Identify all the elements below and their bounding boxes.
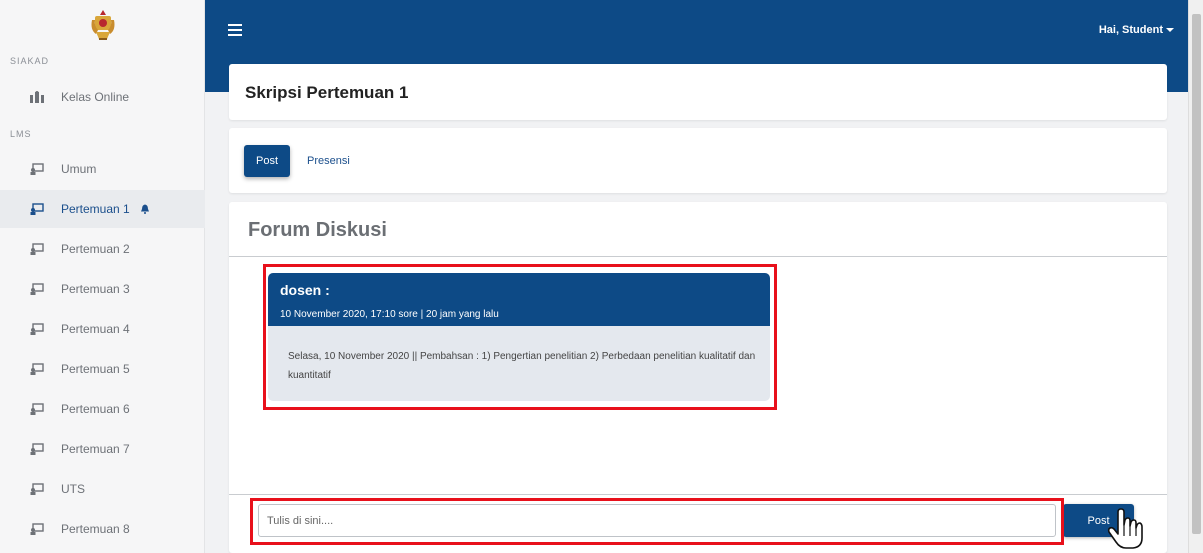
sidebar-item-label: Umum — [61, 162, 97, 176]
caret-down-icon — [1166, 28, 1174, 33]
sidebar-item-label: Pertemuan 3 — [61, 282, 130, 296]
sidebar: SIAKAD Kelas Online LMS Umum Pertemuan 1 P… — [0, 0, 205, 553]
chalkboard-icon — [30, 163, 44, 175]
sidebar-item-pertemuan-3[interactable]: Pertemuan 3 — [0, 270, 205, 308]
chalkboard-icon — [30, 523, 44, 535]
sidebar-item-kelas-online[interactable]: Kelas Online — [0, 78, 205, 116]
sidebar-item-label: Pertemuan 6 — [61, 402, 130, 416]
chalkboard-icon — [30, 283, 44, 295]
chalkboard-icon — [30, 243, 44, 255]
sidebar-item-pertemuan-4[interactable]: Pertemuan 4 — [0, 310, 205, 348]
chalkboard-icon — [30, 323, 44, 335]
classroom-icon — [30, 91, 44, 103]
user-greeting: Hai, Student — [1098, 24, 1163, 36]
page-title: Skripsi Pertemuan 1 — [245, 83, 409, 102]
user-menu-dropdown[interactable]: Hai, Student — [1099, 24, 1174, 36]
sidebar-item-label: Pertemuan 4 — [61, 322, 130, 336]
tab-post[interactable]: Post — [244, 145, 290, 177]
page-title-card: Skripsi Pertemuan 1 — [229, 64, 1167, 120]
sidebar-item-pertemuan-1[interactable]: Pertemuan 1 — [0, 190, 205, 228]
tabs-card: Post Presensi — [229, 128, 1167, 193]
sidebar-item-uts[interactable]: UTS — [0, 470, 205, 508]
message-highlight-box — [263, 264, 777, 410]
tab-presensi[interactable]: Presensi — [307, 155, 350, 167]
chalkboard-icon — [30, 483, 44, 495]
chalkboard-icon — [30, 403, 44, 415]
chalkboard-icon — [30, 363, 44, 375]
sidebar-item-pertemuan-2[interactable]: Pertemuan 2 — [0, 230, 205, 268]
sidebar-item-label: Pertemuan 5 — [61, 362, 130, 376]
divider — [229, 256, 1167, 257]
scrollbar-thumb[interactable] — [1192, 14, 1201, 534]
sidebar-item-umum[interactable]: Umum — [0, 150, 205, 188]
hand-cursor-icon — [1107, 508, 1143, 549]
sidebar-item-pertemuan-5[interactable]: Pertemuan 5 — [0, 350, 205, 388]
forum-heading: Forum Diskusi — [248, 219, 387, 241]
input-highlight-box — [250, 498, 1064, 545]
sidebar-item-label: Pertemuan 2 — [61, 242, 130, 256]
sidebar-item-pertemuan-6[interactable]: Pertemuan 6 — [0, 390, 205, 428]
sidebar-item-label: Pertemuan 7 — [61, 442, 130, 456]
lms-section-label: LMS — [10, 129, 32, 139]
sidebar-item-pertemuan-7[interactable]: Pertemuan 7 — [0, 430, 205, 468]
sidebar-item-label: Pertemuan 8 — [61, 522, 130, 536]
divider — [229, 494, 1167, 495]
chalkboard-icon — [30, 443, 44, 455]
sidebar-item-label: UTS — [61, 482, 85, 496]
hamburger-icon[interactable] — [228, 24, 242, 36]
sidebar-item-pertemuan-8[interactable]: Pertemuan 8 — [0, 510, 205, 548]
sidebar-item-label: Kelas Online — [61, 90, 130, 104]
bell-icon — [141, 204, 149, 214]
siakad-section-label: SIAKAD — [10, 56, 50, 66]
university-crest-logo — [91, 10, 115, 40]
page-scrollbar[interactable] — [1188, 0, 1203, 553]
sidebar-item-label: Pertemuan 1 — [61, 202, 130, 216]
chalkboard-icon — [30, 203, 44, 215]
